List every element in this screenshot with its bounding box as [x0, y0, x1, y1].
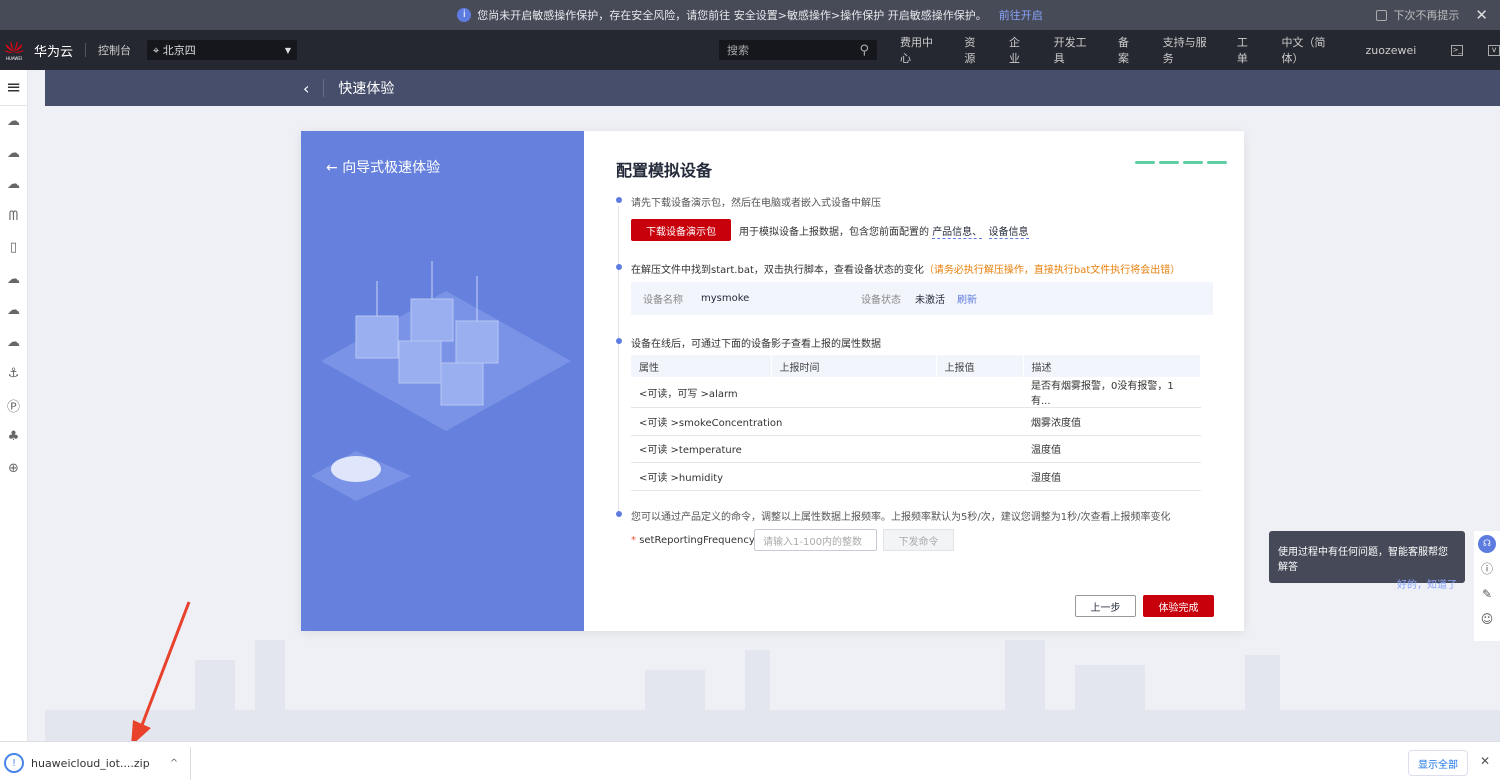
huawei-logo[interactable]: HUAWEI: [2, 38, 26, 62]
service-icon[interactable]: ☁: [0, 138, 27, 170]
progress-steps: [1135, 161, 1227, 164]
nav-icp[interactable]: 备案: [1118, 34, 1138, 66]
step2-warning: （请务必执行解压操作，直接执行bat文件执行将会出错）: [923, 265, 1181, 276]
refresh-link[interactable]: 刷新: [957, 291, 977, 306]
city-skyline-illustration: [45, 640, 1500, 741]
required-mark: *: [631, 535, 636, 546]
download-file[interactable]: huaweicloud_iot....zip: [31, 757, 150, 770]
page-header: ‹ 快速体验: [45, 70, 1500, 106]
step1-desc: 用于模拟设备上报数据，包含您前面配置的: [739, 227, 929, 238]
arrow-left-icon[interactable]: ←: [326, 160, 338, 176]
nav-billing[interactable]: 费用中心: [900, 34, 939, 66]
back-icon[interactable]: ‹: [303, 79, 309, 98]
service-icon[interactable]: ⚓: [0, 358, 27, 390]
top-nav: HUAWEI 华为云 控制台 ⌖ 北京四 ▼ 搜索 ⚲ 费用中心 资源 企业 开发工…: [0, 30, 1500, 70]
download-demo-button[interactable]: 下载设备演示包: [631, 219, 731, 241]
chevron-down-icon: ▼: [284, 45, 292, 55]
step2-text: 在解压文件中找到start.bat，双击执行脚本，查看设备状态的变化: [631, 265, 924, 276]
search-icon: ⚲: [859, 42, 869, 58]
smiley-icon[interactable]: ☺: [1474, 606, 1500, 631]
nav-devtools[interactable]: 开发工具: [1054, 34, 1093, 66]
column-header: 描述: [1023, 355, 1201, 377]
nav-resources[interactable]: 资源: [964, 34, 984, 66]
security-banner: i 您尚未开启敏感操作保护，存在安全风险，请您前往 安全设置>敏感操作>操作保护…: [0, 0, 1500, 30]
service-icon[interactable]: ᗰ: [0, 201, 27, 233]
device-shadow-table: 属性 上报时间 上报值 描述 <可读，可写 >alarm 是否有烟雾报警，0没有报…: [631, 355, 1201, 491]
finish-button[interactable]: 体验完成: [1143, 595, 1214, 617]
table-row: <可读 >temperature 温度值: [631, 435, 1201, 463]
tooltip-ok-link[interactable]: 好的，知道了: [1278, 576, 1457, 591]
step1-text: 请先下载设备演示包，然后在电脑或者嵌入式设备中解压: [631, 198, 881, 209]
step4-text: 您可以通过产品定义的命令，调整以上属性数据上报频率。上报频率默认为5秒/次，建议…: [631, 512, 1171, 523]
show-all-button[interactable]: 显示全部: [1408, 750, 1468, 776]
terminal-icon[interactable]: >_: [1451, 44, 1464, 56]
help-icon[interactable]: ⓘ: [1474, 556, 1500, 581]
mail-icon[interactable]: v: [1488, 44, 1500, 56]
download-bar: ! huaweicloud_iot....zip ^ 显示全部 ✕: [0, 741, 1500, 784]
column-header: 上报值: [936, 355, 1024, 377]
device-name-label: 设备名称: [643, 295, 683, 306]
nav-support[interactable]: 支持与服务: [1163, 34, 1212, 66]
menu-icon[interactable]: ≡: [0, 70, 27, 106]
feedback-icon[interactable]: ✎: [1474, 581, 1500, 606]
floating-toolbar: ☊ ⓘ ✎ ☺: [1474, 531, 1500, 641]
step3-text: 设备在线后，可通过下面的设备影子查看上报的属性数据: [631, 339, 881, 350]
prev-step-button[interactable]: 上一步: [1075, 595, 1136, 617]
column-header: 上报时间: [771, 355, 937, 377]
table-row: <可读 >smokeConcentration 烟雾浓度值: [631, 407, 1201, 436]
wizard-left-panel: ← 向导式极速体验: [301, 131, 584, 631]
nav-enterprise[interactable]: 企业: [1009, 34, 1029, 66]
service-icon[interactable]: ▯: [0, 232, 27, 264]
service-icon[interactable]: ☁: [0, 295, 27, 327]
ip-icon[interactable]: Ⓟ: [0, 390, 27, 422]
region-select[interactable]: ⌖ 北京四 ▼: [147, 40, 298, 60]
table-row: <可读，可写 >alarm 是否有烟雾报警，0没有报警，1有...: [631, 377, 1201, 408]
red-arrow-annotation: [131, 601, 191, 746]
nav-user[interactable]: zuozewei: [1366, 44, 1417, 57]
wizard-card: ← 向导式极速体验 配置模拟设备 请先下载设备演示包，然后在电脑或者嵌入式设备中…: [301, 131, 1244, 631]
service-icon[interactable]: ☁: [0, 169, 27, 201]
info-icon: i: [457, 8, 472, 22]
service-icon[interactable]: ♣: [0, 421, 27, 453]
sidebar: ≡ ☁ ☁ ☁ ᗰ ▯ ☁ ☁ ☁ ⚓ Ⓟ ♣ ⊕: [0, 70, 28, 741]
dont-show-label: 下次不再提示: [1393, 9, 1460, 22]
help-tooltip: 使用过程中有任何问题，智能客服帮您解答 好的，知道了: [1269, 531, 1465, 591]
section-title: 配置模拟设备: [616, 161, 713, 180]
brand-name[interactable]: 华为云: [34, 41, 73, 60]
console-link[interactable]: 控制台: [98, 42, 131, 58]
page-title: 快速体验: [338, 81, 395, 97]
send-command-button[interactable]: 下发命令: [883, 529, 954, 551]
service-icon[interactable]: ☁: [0, 327, 27, 359]
iot-devices-illustration: [311, 261, 571, 501]
device-name: mysmoke: [701, 293, 750, 304]
service-icon[interactable]: ☁: [0, 106, 27, 138]
device-status-label: 设备状态: [861, 295, 901, 306]
chevron-up-icon[interactable]: ^: [170, 758, 178, 769]
close-icon[interactable]: ✕: [1475, 6, 1488, 24]
nav-tickets[interactable]: 工单: [1237, 34, 1257, 66]
region-value: 北京四: [162, 44, 196, 57]
headset-icon[interactable]: ☊: [1478, 534, 1496, 553]
banner-message: 您尚未开启敏感操作保护，存在安全风险，请您前往 安全设置>敏感操作>操作保护 开…: [477, 9, 987, 22]
device-info-link[interactable]: 设备信息: [988, 227, 1029, 239]
nav-language[interactable]: 中文（简体）: [1282, 34, 1341, 66]
column-header: 属性: [631, 355, 772, 377]
dont-show-checkbox[interactable]: [1376, 9, 1388, 21]
table-row: <可读 >humidity 湿度值: [631, 462, 1201, 491]
globe-icon[interactable]: ⊕: [0, 453, 27, 485]
param-label: setReportingFrequency: [639, 535, 755, 546]
search-input[interactable]: 搜索 ⚲: [719, 40, 877, 60]
tooltip-text: 使用过程中有任何问题，智能客服帮您解答: [1278, 547, 1448, 573]
device-status: 未激活: [915, 295, 945, 306]
wizard-title: 向导式极速体验: [342, 160, 441, 176]
svg-text:HUAWEI: HUAWEI: [6, 56, 22, 61]
download-warning-icon: !: [4, 753, 24, 773]
device-info-box: 设备名称 mysmoke 设备状态 未激活 刷新: [631, 282, 1213, 315]
banner-enable-link[interactable]: 前往开启: [999, 7, 1043, 23]
service-icon[interactable]: ☁: [0, 264, 27, 296]
frequency-input[interactable]: 请输入1-100内的整数: [754, 529, 877, 551]
product-info-link[interactable]: 产品信息、: [932, 227, 983, 239]
close-icon[interactable]: ✕: [1480, 754, 1490, 768]
